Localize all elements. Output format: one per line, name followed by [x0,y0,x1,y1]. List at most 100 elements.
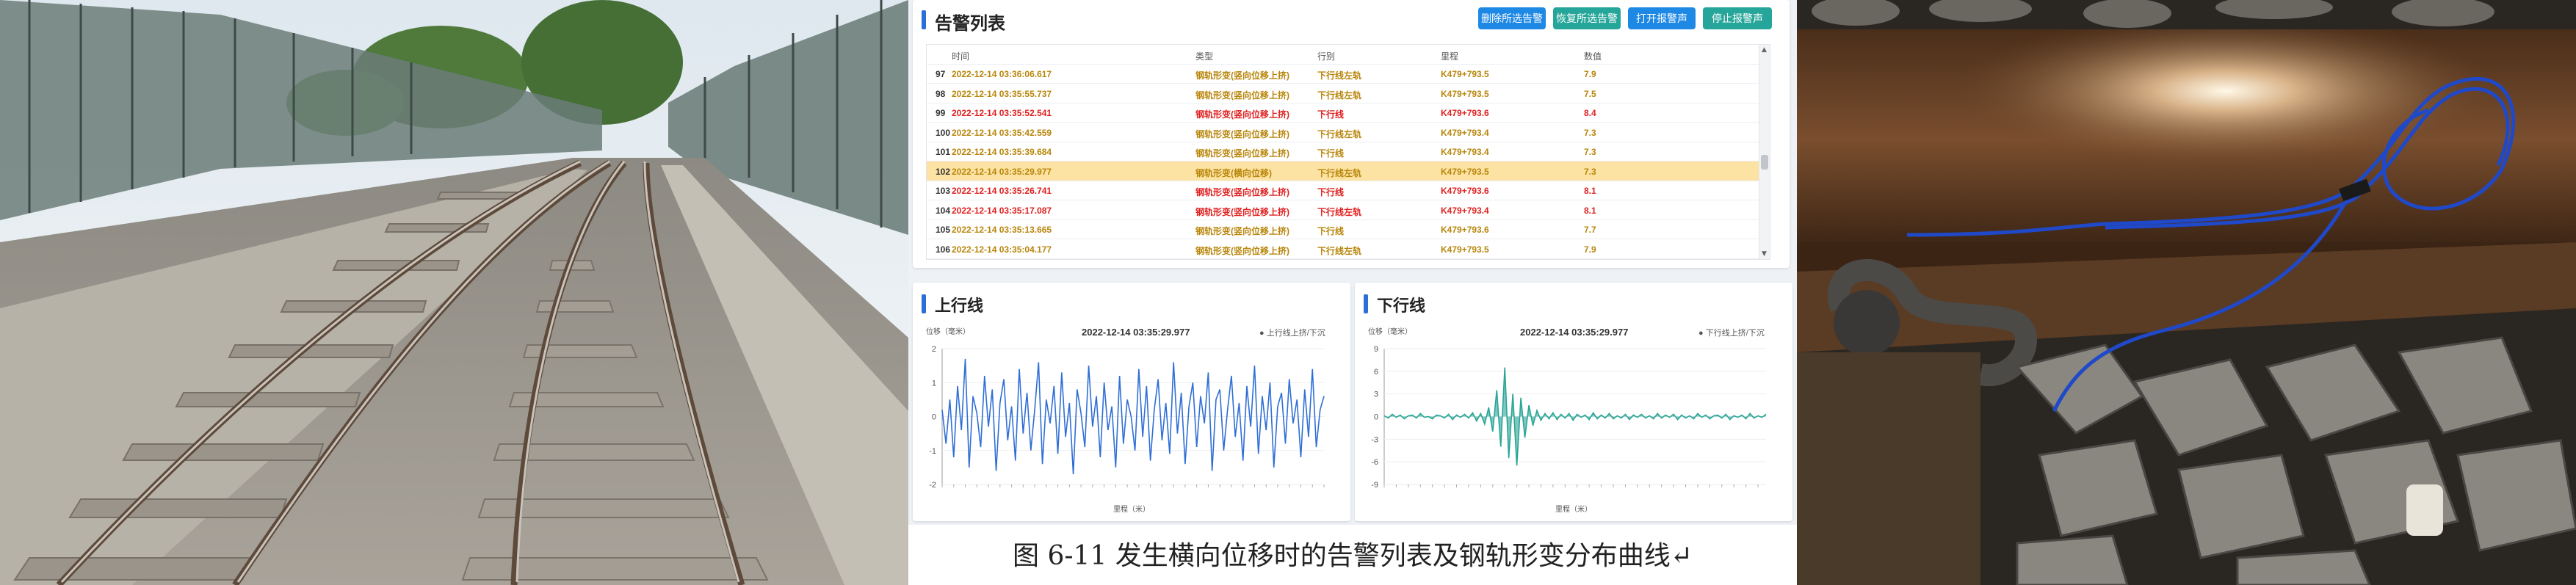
cell-value: 7.9 [1584,244,1596,255]
alarm-list-title: 告警列表 [935,14,1005,34]
cell-mileage: K479+793.6 [1441,225,1489,235]
cell-no: 105 [936,225,951,235]
open-alarm-sound-button[interactable]: 打开报警声 [1628,7,1696,29]
cell-no: 102 [936,166,951,177]
cell-type: 钢轨形变(横向位移) [1195,167,1272,178]
cell-mileage: K479+793.5 [1441,88,1489,99]
table-row[interactable]: 106 2022-12-14 03:35:04.177 钢轨形变(竖向位移上挤) 下行… [927,239,1759,259]
cell-no: 99 [936,108,946,118]
up-line-chart-card: 上行线 位移（毫米） 2022-12-14 03:35:29.977 ● 上行线… [913,283,1350,521]
cell-type: 钢轨形变(竖向位移上挤) [1195,109,1289,120]
cell-value: 8.1 [1584,205,1596,216]
column-header-value: 数值 [1584,51,1602,62]
table-row[interactable]: 102 2022-12-14 03:35:29.977 钢轨形变(横向位移) 下行线左… [927,161,1759,181]
column-header-time: 时间 [952,51,970,62]
cell-value: 7.7 [1584,225,1596,235]
table-row[interactable]: 99 2022-12-14 03:35:52.541 钢轨形变(竖向位移上挤) 下行线… [927,103,1759,123]
table-row[interactable]: 103 2022-12-14 03:35:26.741 钢轨形变(竖向位移上挤) 下行… [927,181,1759,200]
y-tick-label: 0 [932,413,936,422]
table-row[interactable]: 98 2022-12-14 03:35:55.737 钢轨形变(竖向位移上挤) 下行线… [927,84,1759,103]
cell-mileage: K479+793.4 [1441,147,1489,157]
cell-mileage: K479+793.4 [1441,127,1489,138]
cell-value: 7.3 [1584,127,1596,138]
cell-mileage: K479+793.5 [1441,166,1489,177]
alarm-table: 时间 类型 行别 里程 数值 97 2022-12-14 03:36:06.617… [926,44,1770,260]
scroll-down-icon[interactable]: ▼ [1762,250,1767,258]
cell-line: 下行线 [1317,226,1345,236]
y-tick-label: -3 [1371,435,1378,444]
cell-no: 100 [936,127,951,138]
cell-mileage: K479+793.6 [1441,186,1489,196]
column-header-line: 行别 [1317,51,1336,62]
cell-time: 2022-12-14 03:35:13.665 [952,225,1052,235]
table-row[interactable]: 97 2022-12-14 03:36:06.617 钢轨形变(竖向位移上挤) 下行线… [927,64,1759,84]
cell-type: 钢轨形变(竖向位移上挤) [1195,128,1289,139]
table-scrollbar[interactable]: ▲ ▼ [1759,45,1770,259]
cell-type: 钢轨形变(竖向位移上挤) [1195,206,1289,217]
y-tick-label: 1 [932,379,936,388]
cell-time: 2022-12-14 03:35:42.559 [952,127,1052,138]
cell-mileage: K479+793.4 [1441,205,1489,216]
y-tick-label: -2 [929,481,936,490]
cell-type: 钢轨形变(竖向位移上挤) [1195,148,1289,159]
cell-value: 7.5 [1584,88,1596,99]
cell-time: 2022-12-14 03:35:52.541 [952,108,1052,118]
cell-time: 2022-12-14 03:36:06.617 [952,69,1052,79]
cell-line: 下行线左轨 [1317,70,1362,81]
cell-no: 104 [936,205,951,216]
cell-no: 98 [936,88,946,99]
up-line-x-label: 里程（米） [1113,506,1150,514]
y-tick-label: 0 [1374,413,1378,422]
cell-type: 钢轨形变(竖向位移上挤) [1195,90,1289,101]
cell-no: 101 [936,147,951,157]
cell-type: 钢轨形变(竖向位移上挤) [1195,226,1289,236]
title-accent [922,10,926,29]
table-row[interactable]: 101 2022-12-14 03:35:39.684 钢轨形变(竖向位移上挤) 下行… [927,142,1759,161]
cell-time: 2022-12-14 03:35:17.087 [952,205,1052,216]
cell-value: 7.9 [1584,69,1596,79]
monitoring-panel: 告警列表 删除所选告警 恢复所选告警 打开报警声 停止报警声 时间 类型 行别 … [908,0,1797,585]
y-tick-label: -9 [1371,481,1378,490]
cell-line: 下行线 [1317,187,1345,197]
cell-mileage: K479+793.5 [1441,69,1489,79]
restore-selected-alarm-button[interactable]: 恢复所选告警 [1553,7,1621,29]
stop-alarm-sound-button[interactable]: 停止报警声 [1703,7,1772,29]
column-header-mileage: 里程 [1441,51,1459,62]
scroll-up-icon[interactable]: ▲ [1762,46,1767,54]
cell-type: 钢轨形变(竖向位移上挤) [1195,70,1289,81]
figure-caption: 图 6-11 发生横向位移时的告警列表及钢轨形变分布曲线↵ [1013,541,1693,571]
scroll-thumb[interactable] [1761,155,1768,170]
down-line-plot: -9 -6 -3 0 3 6 9 [1371,345,1767,490]
cell-line: 下行线左轨 [1317,245,1362,256]
cell-mileage: K479+793.6 [1441,108,1489,118]
track-photo [0,0,908,585]
cell-type: 钢轨形变(竖向位移上挤) [1195,245,1289,256]
table-header: 时间 类型 行别 里程 数值 [927,45,1759,65]
cell-line: 下行线左轨 [1317,167,1362,178]
cell-value: 8.4 [1584,108,1596,118]
cell-time: 2022-12-14 03:35:29.977 [952,166,1052,177]
cell-no: 106 [936,244,951,255]
cell-type: 钢轨形变(竖向位移上挤) [1195,187,1289,197]
cell-line: 下行线 [1317,109,1345,120]
cell-no: 103 [936,186,951,196]
y-tick-label: -1 [929,447,936,456]
cell-line: 下行线左轨 [1317,206,1362,217]
cell-value: 7.3 [1584,147,1596,157]
table-row[interactable]: 105 2022-12-14 03:35:13.665 钢轨形变(竖向位移上挤) 下行… [927,219,1759,239]
y-tick-label: 6 [1374,368,1378,377]
delete-selected-alarm-button[interactable]: 删除所选告警 [1478,7,1546,29]
table-row[interactable]: 100 2022-12-14 03:35:42.559 钢轨形变(竖向位移上挤) 下行… [927,123,1759,142]
cell-time: 2022-12-14 03:35:39.684 [952,147,1052,157]
cell-line: 下行线左轨 [1317,90,1362,101]
y-tick-label: -6 [1371,458,1378,467]
cell-mileage: K479+793.5 [1441,244,1489,255]
down-line-chart-card: 下行线 位移（毫米） 2022-12-14 03:35:29.977 ● 下行线… [1355,283,1792,521]
y-tick-label: 9 [1374,345,1378,354]
alarm-list-card: 告警列表 删除所选告警 恢复所选告警 打开报警声 停止报警声 时间 类型 行别 … [913,0,1790,268]
cell-no: 97 [936,69,946,79]
table-row[interactable]: 104 2022-12-14 03:35:17.087 钢轨形变(竖向位移上挤) 下行… [927,200,1759,220]
cell-line: 下行线左轨 [1317,128,1362,139]
app-window: 告警列表 删除所选告警 恢复所选告警 打开报警声 停止报警声 时间 类型 行别 … [908,0,1797,525]
cell-time: 2022-12-14 03:35:26.741 [952,186,1052,196]
